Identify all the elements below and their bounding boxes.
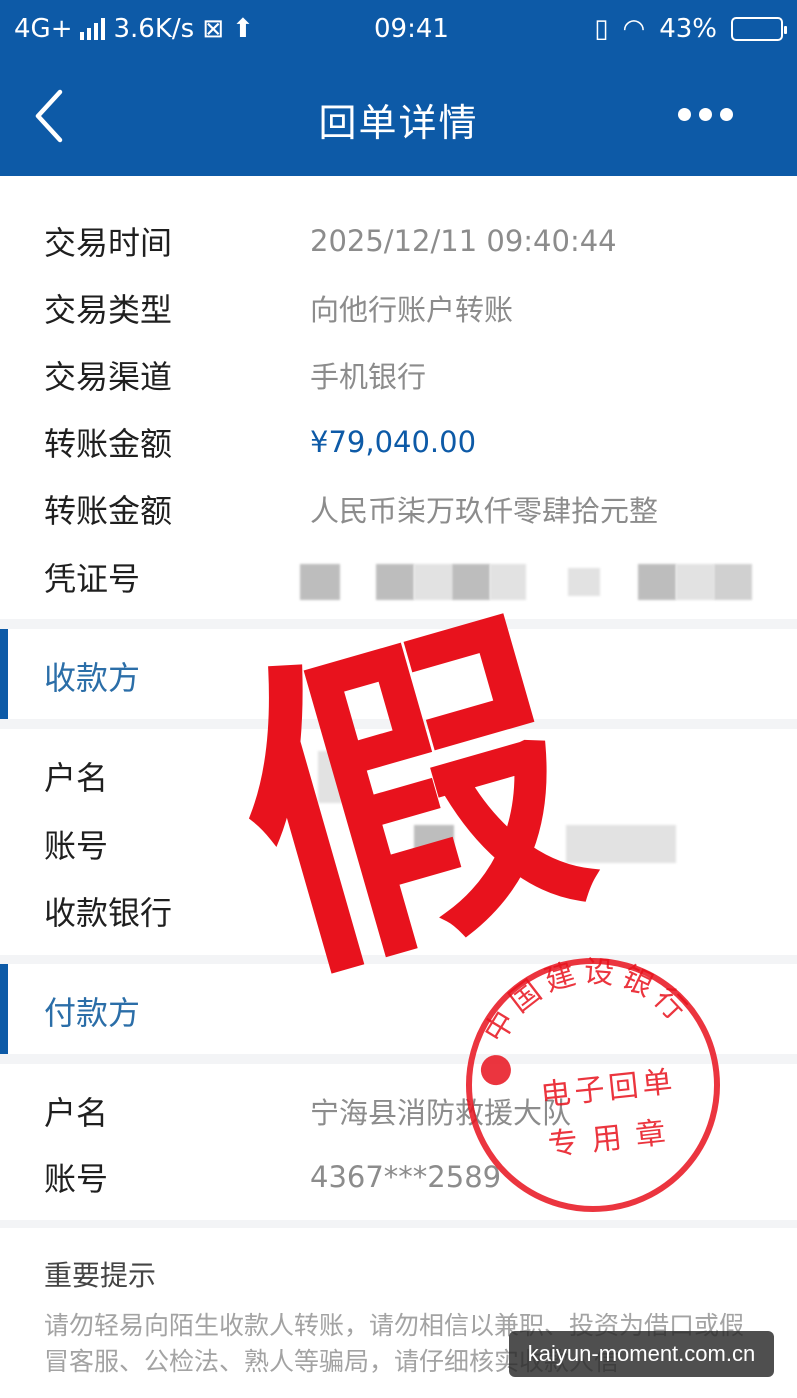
redacted-block <box>638 564 676 600</box>
row-label: 账号 <box>44 1160 109 1198</box>
row-label: 转账金额 <box>44 425 173 463</box>
row-label: 转账金额 <box>44 492 173 530</box>
status-bar: 4G+ 3.6K/s ⊠ ⬆ 09:41 ▯ ◠ 43% <box>0 0 797 58</box>
wifi-icon: ◠ <box>622 14 646 44</box>
clock: 09:41 <box>374 14 449 44</box>
more-icon[interactable] <box>678 108 733 121</box>
transaction-section: 交易时间 2025/12/11 09:40:44 交易类型 向他行账户转账 交易… <box>0 176 797 619</box>
seal-line1: 电子回单 <box>539 1064 678 1113</box>
row-label: 凭证号 <box>44 560 141 598</box>
row-label: 户名 <box>44 1094 109 1132</box>
row-value: 手机银行 <box>310 360 427 394</box>
detail-row: 转账金额 ¥79,040.00 <box>44 417 764 467</box>
detail-row: 交易时间 2025/12/11 09:40:44 <box>44 216 764 266</box>
seal-line2: 专用章 <box>546 1114 681 1163</box>
redacted-block <box>676 564 714 600</box>
battery-percent: 43% <box>659 14 717 44</box>
row-label: 交易时间 <box>44 224 173 262</box>
row-value: 人民币柒万玖仟零肆拾元整 <box>310 494 659 528</box>
notification-icon: ⊠ <box>202 14 224 44</box>
battery-icon <box>731 17 787 41</box>
redacted-block <box>376 564 414 600</box>
detail-row: 交易类型 向他行账户转账 <box>44 283 764 333</box>
header: 回单详情 <box>0 58 797 176</box>
signal-icon <box>80 18 106 40</box>
vibrate-icon: ▯ <box>594 14 609 44</box>
section-accent <box>0 629 8 719</box>
row-label: 交易类型 <box>44 291 173 329</box>
row-label: 交易渠道 <box>44 358 173 396</box>
upload-icon: ⬆ <box>232 14 254 44</box>
bank-seal-stamp: 中国建设银行 电子回单 专用章 <box>466 943 720 1212</box>
detail-row: 转账金额 人民币柒万玖仟零肆拾元整 <box>44 484 764 534</box>
amount-value: ¥79,040.00 <box>310 425 477 459</box>
redacted-block <box>568 568 600 596</box>
section-title: 付款方 <box>44 994 141 1032</box>
detail-row: 交易渠道 手机银行 <box>44 350 764 400</box>
section-title: 收款方 <box>44 659 141 697</box>
bank-logo-icon <box>480 1055 511 1086</box>
row-value: 向他行账户转账 <box>310 293 514 327</box>
notice-title: 重要提示 <box>44 1259 157 1292</box>
network-speed: 3.6K/s <box>113 14 195 44</box>
watermark-badge: kaiyun-moment.com.cn <box>509 1331 774 1377</box>
redacted-block <box>714 564 752 600</box>
redacted-block <box>300 564 340 600</box>
network-type: 4G+ <box>14 14 73 44</box>
row-value: 2025/12/11 09:40:44 <box>310 224 617 258</box>
section-accent <box>0 964 8 1054</box>
